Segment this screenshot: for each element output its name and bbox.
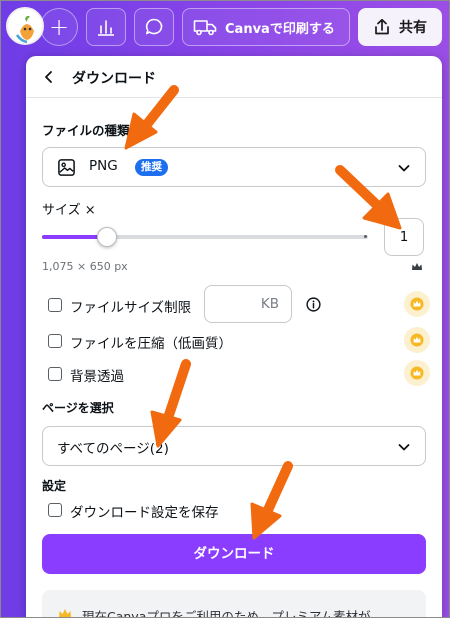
kb-unit: KB xyxy=(260,296,279,312)
premium-crown-3 xyxy=(404,360,430,386)
settings-label: 設定 xyxy=(42,479,67,493)
transparent-background-checkbox[interactable] xyxy=(48,367,62,381)
add-button[interactable]: + xyxy=(40,8,78,46)
account-avatar[interactable] xyxy=(6,7,44,45)
chart-icon xyxy=(98,20,114,36)
slider-end-dot xyxy=(364,235,367,238)
back-chevron-icon[interactable] xyxy=(42,70,56,84)
crown-icon xyxy=(410,297,424,311)
info-icon[interactable] xyxy=(306,297,321,312)
top-bar: + Canvaで印刷する 共有 xyxy=(0,0,450,56)
size-input[interactable]: 1 xyxy=(384,218,424,256)
save-settings-checkbox[interactable] xyxy=(48,503,62,517)
slider-thumb[interactable] xyxy=(97,227,118,247)
add-label: + xyxy=(48,13,70,41)
file-type-value: PNG xyxy=(89,158,118,174)
comment-icon xyxy=(145,18,163,35)
panel-header: ダウンロード xyxy=(26,56,442,98)
file-size-limit-checkbox[interactable] xyxy=(48,298,62,312)
pages-select[interactable]: すべてのページ(2) xyxy=(42,426,426,466)
share-icon xyxy=(375,18,389,35)
premium-crown-1 xyxy=(404,291,430,317)
chevron-down-icon xyxy=(398,444,410,451)
file-size-limit-label: ファイルサイズ制限 xyxy=(70,300,192,316)
crown-icon xyxy=(410,333,424,347)
chevron-down-icon xyxy=(398,165,410,172)
crown-icon xyxy=(410,366,424,380)
share-label: 共有 xyxy=(399,20,427,36)
select-pages-label: ページを選択 xyxy=(42,401,114,415)
download-panel: ダウンロード ファイルの種類 PNG 推奨 サイズ × 1 1,075 × 65… xyxy=(26,56,442,618)
size-label: サイズ × xyxy=(42,203,96,218)
transparent-background-label: 背景透過 xyxy=(70,369,124,385)
file-size-limit-input[interactable]: KB xyxy=(204,285,292,323)
image-icon xyxy=(58,159,75,176)
crown-icon xyxy=(59,609,71,618)
compress-label: ファイルを圧縮（低画質） xyxy=(70,336,232,352)
share-button[interactable]: 共有 xyxy=(358,8,442,46)
comment-button[interactable] xyxy=(134,8,174,46)
dimensions-text: 1,075 × 650 px xyxy=(42,260,128,273)
premium-crown-2 xyxy=(404,327,430,353)
compress-checkbox[interactable] xyxy=(48,334,62,348)
print-label: Canvaで印刷する xyxy=(225,21,335,37)
pro-notice: 現在Canvaプロをご利用のため、プレミアム素材が xyxy=(42,590,426,618)
pages-value: すべてのページ(2) xyxy=(57,441,169,457)
file-type-label: ファイルの種類 xyxy=(42,123,130,138)
notice-text: 現在Canvaプロをご利用のため、プレミアム素材が xyxy=(82,609,371,618)
crown-icon xyxy=(412,263,422,270)
panel-title: ダウンロード xyxy=(72,71,156,87)
download-button[interactable]: ダウンロード xyxy=(42,534,426,574)
save-settings-label: ダウンロード設定を保存 xyxy=(70,505,219,521)
truck-icon xyxy=(193,20,217,36)
recommended-badge: 推奨 xyxy=(135,159,168,176)
insights-button[interactable] xyxy=(86,8,126,46)
file-type-select[interactable]: PNG 推奨 xyxy=(42,147,426,187)
size-slider[interactable] xyxy=(42,227,368,247)
print-with-canva-button[interactable]: Canvaで印刷する xyxy=(182,8,350,46)
